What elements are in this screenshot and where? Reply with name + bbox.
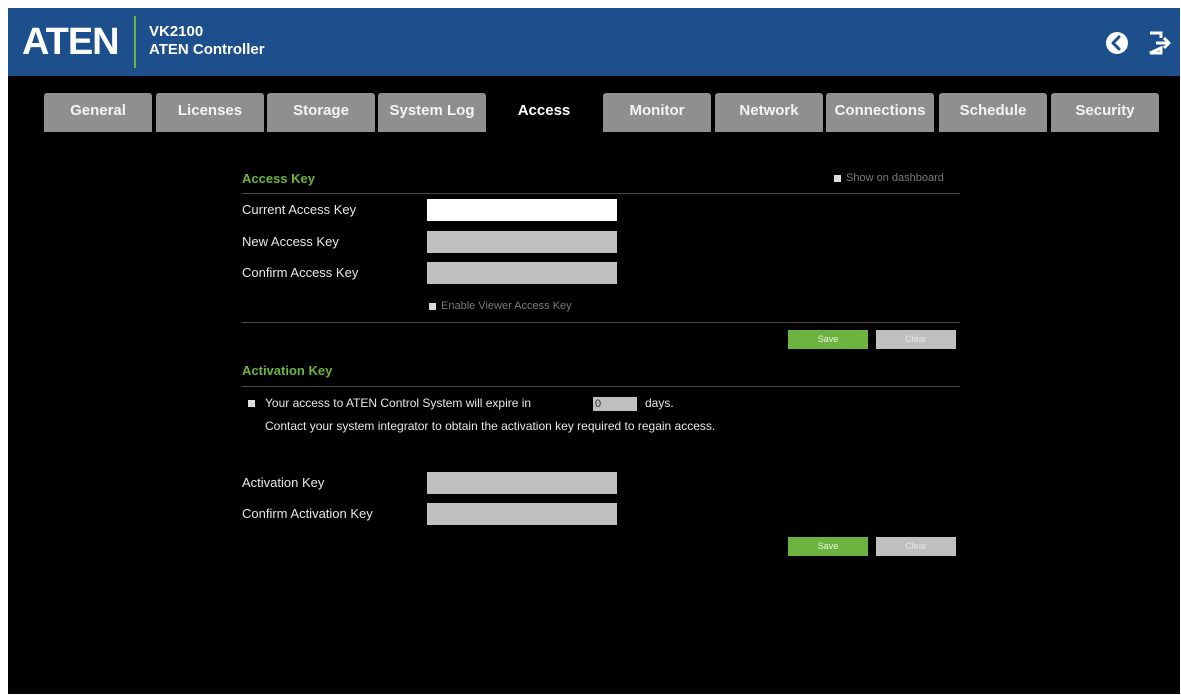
new-access-key-label: New Access Key [242, 234, 339, 249]
confirm-activation-key-label: Confirm Activation Key [242, 506, 373, 521]
tab-access[interactable]: Access [490, 93, 598, 132]
enable-viewer-access-key-checkbox[interactable] [429, 303, 436, 310]
activation-key-input[interactable] [427, 472, 617, 494]
new-access-key-input[interactable] [427, 231, 617, 253]
tab-general[interactable]: General [44, 93, 152, 132]
expire-days-suffix: days. [645, 396, 674, 410]
current-access-key-input[interactable] [427, 199, 617, 221]
tab-network[interactable]: Network [715, 93, 823, 132]
activation-key-title: Activation Key [242, 363, 333, 378]
expire-notice-bullet [248, 400, 255, 407]
product-title: VK2100 ATEN Controller [149, 23, 265, 59]
model-name: VK2100 [149, 23, 204, 40]
access-key-title: Access Key [242, 171, 315, 186]
tab-connections[interactable]: Connections [826, 93, 934, 132]
access-key-save-button[interactable]: Save [788, 330, 868, 349]
tab-monitor[interactable]: Monitor [603, 93, 711, 132]
tab-licenses[interactable]: Licenses [156, 93, 264, 132]
activation-key-divider [242, 386, 960, 387]
app-window: ATEN VK2100 ATEN Controller General Lice… [8, 8, 1180, 694]
confirm-activation-key-input[interactable] [427, 503, 617, 525]
app-header: ATEN VK2100 ATEN Controller [8, 8, 1180, 76]
contact-integrator-text: Contact your system integrator to obtain… [265, 419, 716, 433]
app-name: ATEN Controller [149, 41, 265, 58]
show-on-dashboard-label: Show on dashboard [846, 172, 944, 184]
activation-key-save-button[interactable]: Save [788, 537, 868, 556]
confirm-access-key-input[interactable] [427, 262, 617, 284]
tab-schedule[interactable]: Schedule [939, 93, 1047, 132]
activation-key-label: Activation Key [242, 475, 325, 490]
tab-storage[interactable]: Storage [267, 93, 375, 132]
access-key-divider [242, 193, 960, 194]
access-key-bottom-divider [242, 322, 960, 323]
activation-key-clear-button[interactable]: Clear [876, 537, 956, 556]
back-icon[interactable] [1104, 30, 1130, 56]
logout-icon[interactable] [1146, 30, 1172, 56]
access-key-clear-button[interactable]: Clear [876, 330, 956, 349]
show-on-dashboard-checkbox[interactable] [834, 175, 841, 182]
tab-security[interactable]: Security [1051, 93, 1159, 132]
access-panel: Access Key Show on dashboard Current Acc… [8, 132, 1180, 694]
confirm-access-key-label: Confirm Access Key [242, 265, 359, 280]
enable-viewer-access-key-label: Enable Viewer Access Key [441, 300, 572, 312]
tab-system-log[interactable]: System Log [378, 93, 486, 132]
expire-days-field[interactable] [593, 397, 637, 411]
logo-divider [134, 16, 136, 68]
current-access-key-label: Current Access Key [242, 202, 357, 217]
tab-bar: General Licenses Storage System Log Acce… [8, 76, 1180, 132]
aten-logo: ATEN [22, 21, 120, 63]
expire-notice-text: Your access to ATEN Control System will … [265, 396, 532, 410]
